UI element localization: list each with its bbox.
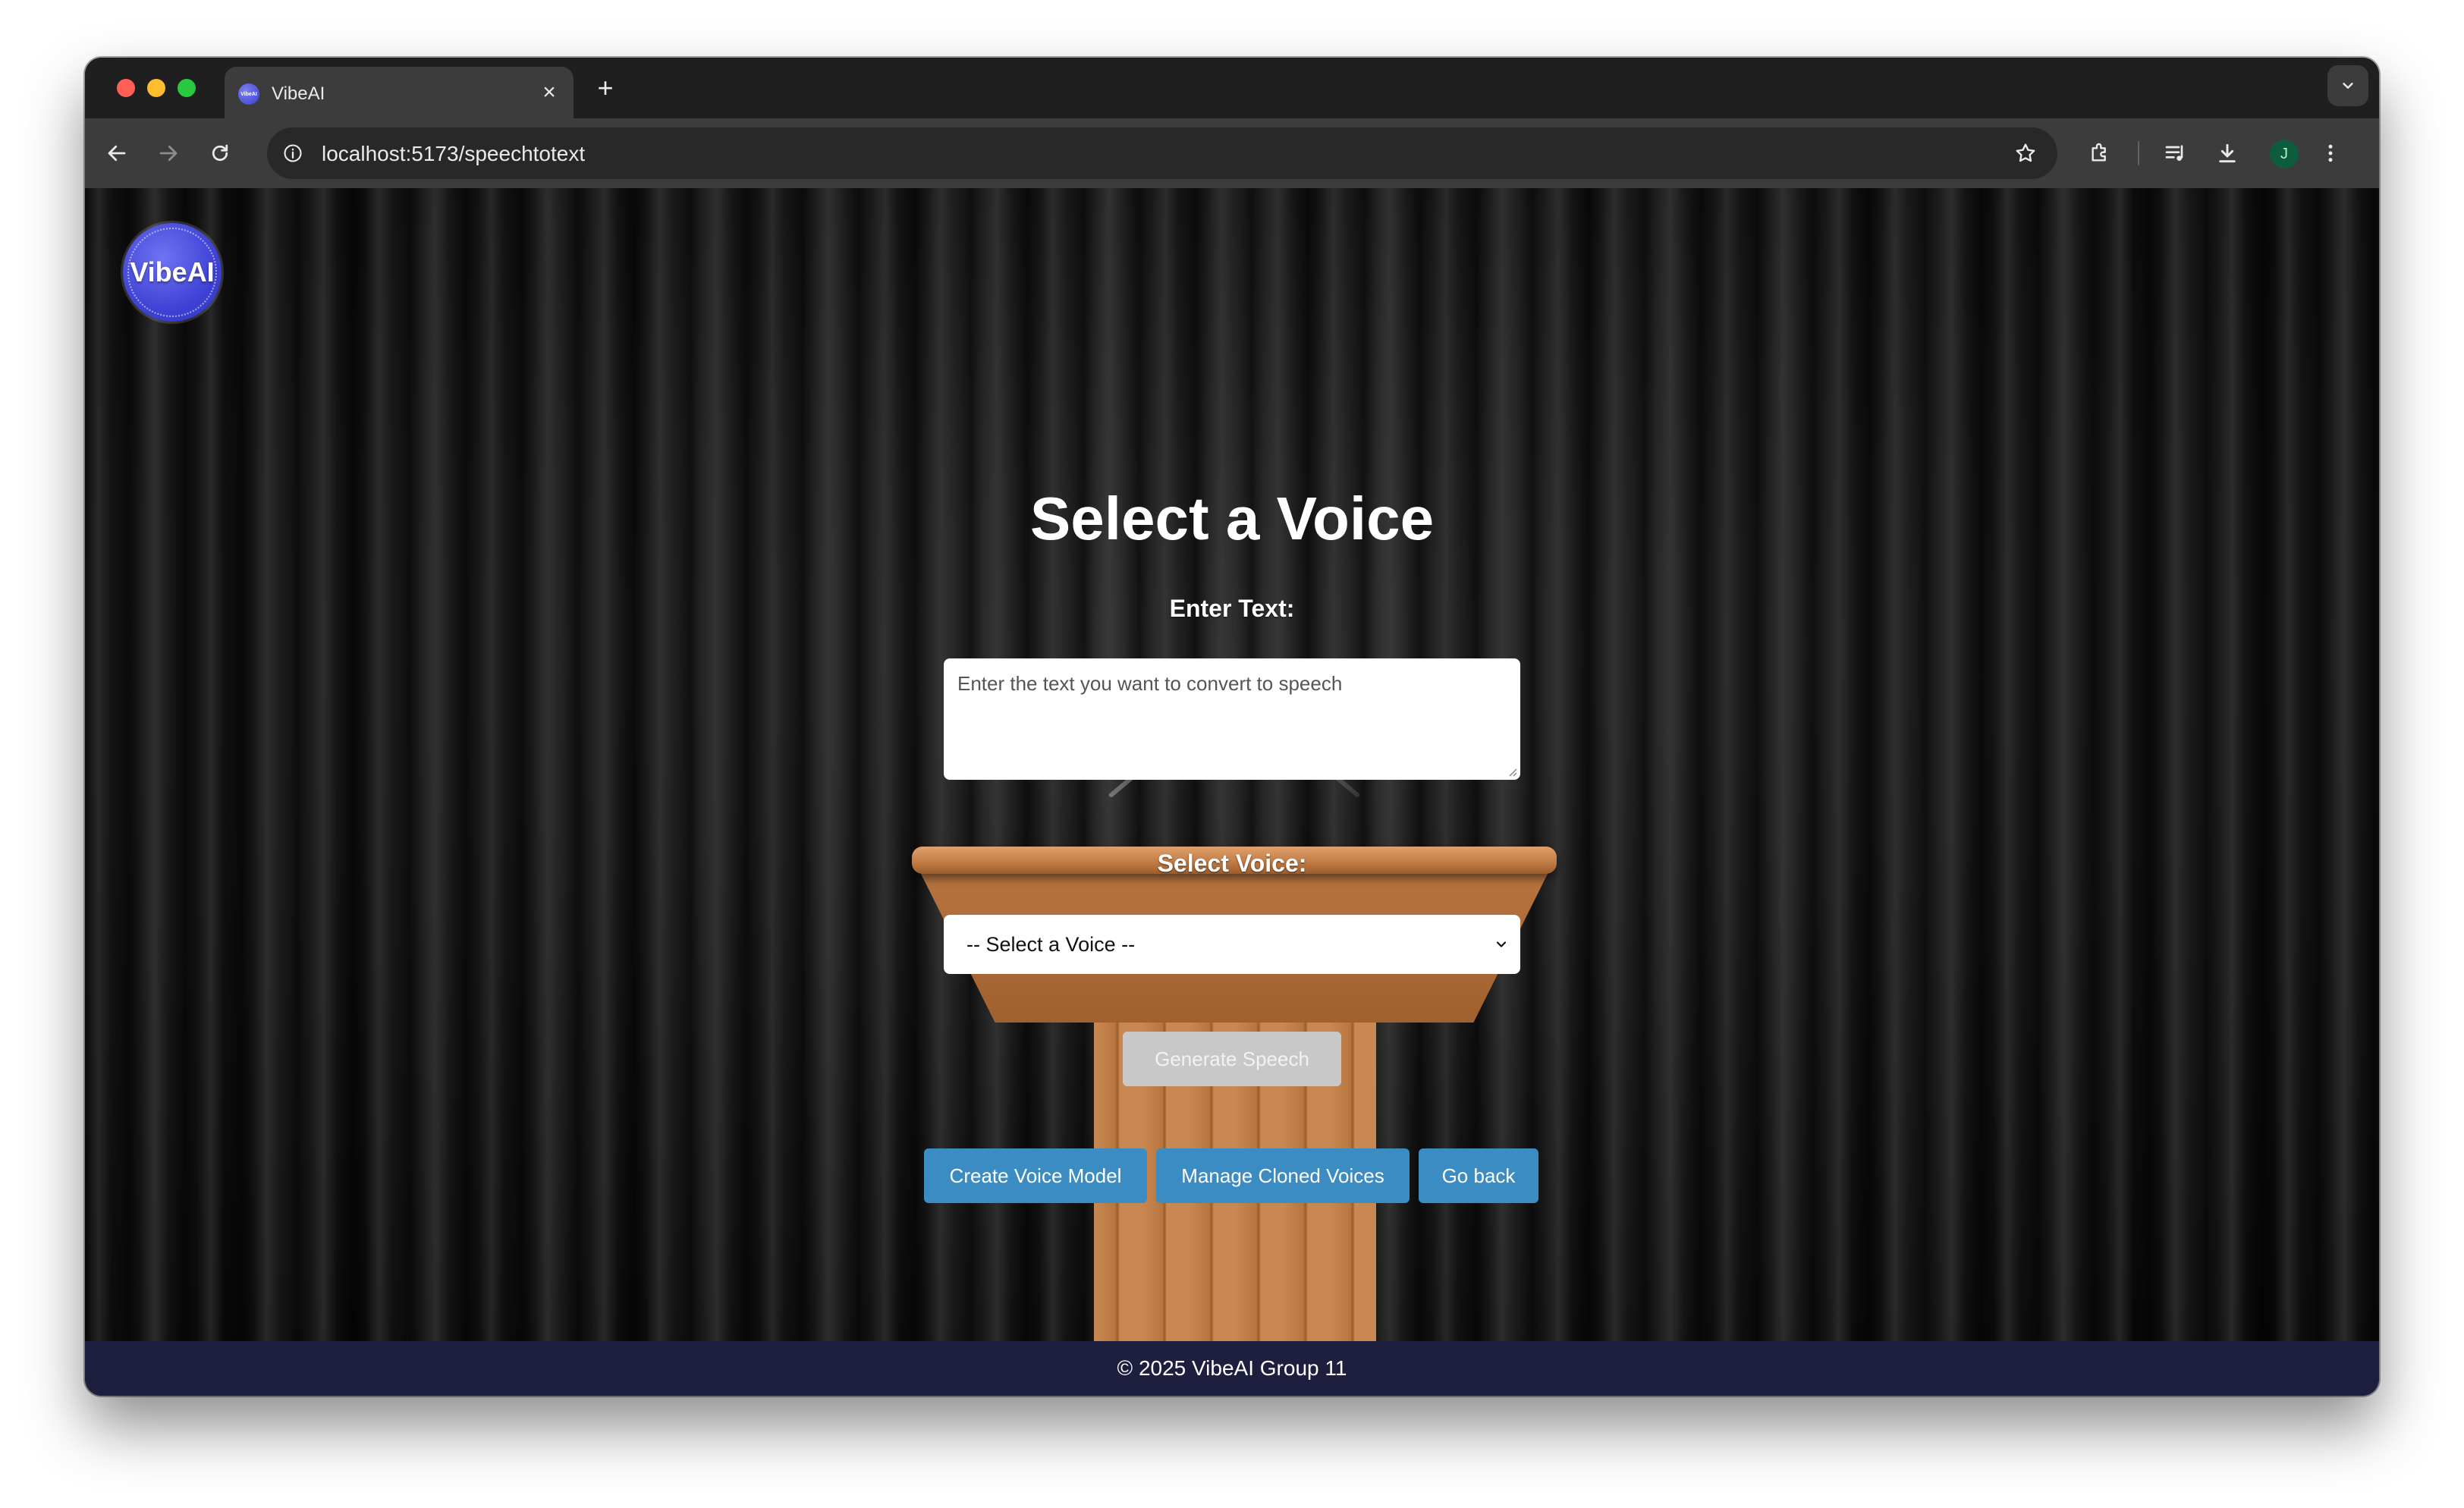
extensions-button[interactable]: [2082, 135, 2118, 171]
go-back-button[interactable]: Go back: [1419, 1148, 1538, 1203]
browser-menu-button[interactable]: [2312, 135, 2349, 171]
forward-button[interactable]: [150, 135, 187, 171]
download-icon: [2219, 143, 2236, 163]
address-bar[interactable]: localhost:5173/speechtotext: [267, 127, 2057, 179]
tab-vibeai[interactable]: VibeAI VibeAI ×: [225, 67, 574, 118]
voice-select[interactable]: -- Select a Voice --: [944, 915, 1520, 974]
profile-avatar[interactable]: J: [2270, 140, 2299, 168]
create-voice-model-button[interactable]: Create Voice Model: [924, 1148, 1147, 1203]
tab-title: VibeAI: [272, 83, 325, 104]
close-tab-icon[interactable]: ×: [536, 79, 563, 106]
browser-toolbar: localhost:5173/speechtotext J: [85, 118, 2379, 188]
select-voice-label: Select Voice:: [1157, 850, 1307, 877]
maximize-window-button[interactable]: [178, 79, 196, 97]
arrow-left-icon: [108, 145, 126, 162]
media-control-button[interactable]: [2158, 135, 2194, 171]
toolbar-divider: [2138, 141, 2139, 165]
back-button[interactable]: [99, 135, 135, 171]
chevron-down-icon: [1490, 933, 1513, 956]
puzzle-icon: [2092, 143, 2106, 162]
downloads-button[interactable]: [2209, 135, 2246, 171]
tab-strip: VibeAI VibeAI × +: [85, 58, 2379, 118]
page-footer: © 2025 VibeAI Group 11: [85, 1341, 2379, 1396]
arrow-right-icon: [159, 145, 178, 162]
enter-text-label: Enter Text:: [1169, 595, 1295, 622]
reload-button[interactable]: [202, 135, 238, 171]
bookmark-star-icon[interactable]: [2010, 138, 2041, 168]
site-info-icon[interactable]: [279, 140, 306, 167]
reload-icon: [212, 144, 228, 162]
speech-text-input[interactable]: [944, 658, 1520, 780]
page-viewport: VibeAI Select a Voice Enter Text: Select…: [85, 188, 2379, 1341]
main-content: Select a Voice Enter Text: Select Voice:…: [85, 188, 2379, 1341]
resize-grip-icon[interactable]: [1507, 766, 1517, 777]
chevron-down-icon: [2343, 83, 2353, 89]
generate-speech-button[interactable]: Generate Speech: [1123, 1032, 1341, 1086]
minimize-window-button[interactable]: [147, 79, 165, 97]
url-text[interactable]: localhost:5173/speechtotext: [322, 142, 585, 166]
queue-music-icon: [2165, 145, 2183, 161]
tab-search-button[interactable]: [2327, 65, 2368, 106]
page-title: Select a Voice: [1029, 485, 1435, 552]
voice-select-value: -- Select a Voice --: [966, 933, 1136, 956]
favicon-icon: VibeAI: [238, 83, 259, 105]
close-window-button[interactable]: [117, 79, 135, 97]
manage-cloned-voices-button[interactable]: Manage Cloned Voices: [1156, 1148, 1410, 1203]
new-tab-button[interactable]: +: [589, 71, 622, 105]
browser-window: VibeAI VibeAI × + localhost:5173/speecht…: [85, 58, 2379, 1396]
kebab-menu-icon: [2328, 144, 2333, 162]
